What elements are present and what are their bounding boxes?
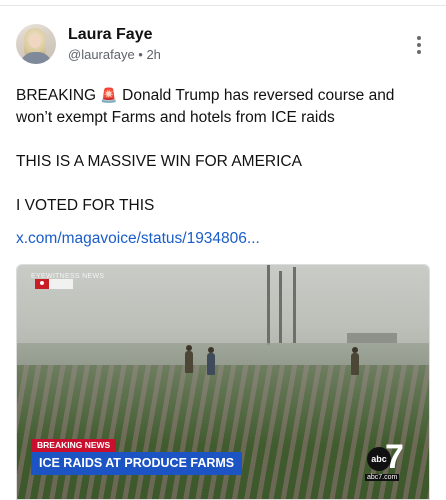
avatar-face	[29, 34, 41, 48]
news-headline: ICE RAIDS AT PRODUCE FARMS	[31, 452, 243, 475]
post-line-win: THIS IS A MASSIVE WIN FOR AMERICA	[16, 153, 302, 170]
avatar[interactable]	[16, 24, 56, 64]
location-pin-icon	[35, 279, 49, 289]
farm-worker	[351, 347, 359, 375]
farm-worker	[185, 345, 193, 373]
farm-worker	[207, 347, 215, 375]
post-body: BREAKING 🚨 Donald Trump has reversed cou…	[16, 84, 430, 217]
post-line-voted: I VOTED FOR THIS	[16, 197, 155, 214]
distant-building	[347, 333, 397, 343]
author-handle-time: @laurafaye • 2h	[68, 47, 161, 62]
breaking-word: BREAKING	[16, 87, 97, 104]
post-line-breaking: BREAKING 🚨 Donald Trump has reversed cou…	[16, 84, 430, 129]
top-divider	[0, 5, 446, 6]
author-name[interactable]: Laura Faye	[68, 26, 152, 44]
abc7-logo: 7 abc abc7.com	[365, 439, 411, 483]
power-tower	[293, 267, 296, 343]
siren-icon: 🚨	[100, 87, 118, 103]
video-thumbnail[interactable]: EYEWITNESS NEWS BREAKING NEWS ICE RAIDS …	[16, 264, 430, 500]
post-header: Laura Faye @laurafaye • 2h	[16, 24, 430, 72]
power-tower	[279, 271, 282, 343]
avatar-shirt	[20, 52, 52, 64]
post-link[interactable]: x.com/magavoice/status/1934806...	[16, 230, 260, 248]
location-box	[49, 279, 73, 289]
breaking-news-label: BREAKING NEWS	[31, 439, 117, 452]
abc-circle: abc	[367, 447, 391, 471]
abc7-site: abc7.com	[365, 474, 400, 481]
more-options-icon[interactable]	[416, 36, 422, 54]
power-tower	[267, 265, 270, 345]
